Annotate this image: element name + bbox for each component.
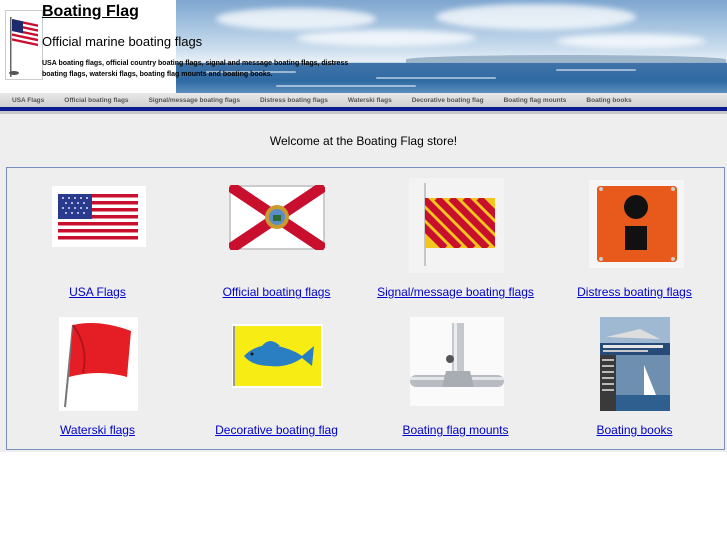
- boating-book-image[interactable]: [600, 317, 670, 411]
- distress-flag-image[interactable]: [589, 180, 684, 268]
- waterski-flag-image[interactable]: [59, 317, 138, 411]
- product-link-signal-flags[interactable]: Signal/message boating flags: [366, 285, 545, 299]
- product-link-usa-flags[interactable]: USA Flags: [8, 285, 187, 299]
- nav-item-signal-message-flags[interactable]: Signal/message boating flags: [149, 97, 240, 104]
- product-link-official-flags[interactable]: Official boating flags: [187, 285, 366, 299]
- welcome-text: Welcome at the Boating Flag store!: [269, 134, 458, 148]
- product-link-waterski-flags[interactable]: Waterski flags: [8, 423, 187, 437]
- product-grid: USA Flags Official boating flags Signal/…: [6, 167, 725, 450]
- product-link-boating-books[interactable]: Boating books: [545, 423, 724, 437]
- flag-mount-image[interactable]: [410, 317, 504, 406]
- signal-flag-image[interactable]: [409, 178, 504, 273]
- logo-flag-icon[interactable]: [5, 10, 43, 80]
- usa-flag-image[interactable]: [52, 186, 146, 247]
- top-nav: USA Flags Official boating flags Signal/…: [0, 93, 727, 107]
- dolphin-flag-image[interactable]: [232, 324, 323, 388]
- nav-item-flag-mounts[interactable]: Boating flag mounts: [504, 97, 567, 104]
- site-subtitle: Official marine boating flags: [42, 34, 203, 49]
- product-link-decorative-flag[interactable]: Decorative boating flag: [187, 423, 366, 437]
- nav-item-waterski-flags[interactable]: Waterski flags: [348, 97, 392, 104]
- product-link-distress-flags[interactable]: Distress boating flags: [545, 285, 724, 299]
- nav-item-decorative-flag[interactable]: Decorative boating flag: [412, 97, 484, 104]
- product-link-flag-mounts[interactable]: Boating flag mounts: [366, 423, 545, 437]
- site-description: USA boating flags, official country boat…: [42, 60, 349, 78]
- nav-item-usa-flags[interactable]: USA Flags: [12, 97, 44, 104]
- site-title-link[interactable]: Boating Flag: [42, 3, 139, 21]
- nav-item-official-boating-flags[interactable]: Official boating flags: [64, 97, 128, 104]
- florida-flag-image[interactable]: [226, 181, 328, 254]
- nav-item-boating-books[interactable]: Boating books: [586, 97, 631, 104]
- nav-item-distress-flags[interactable]: Distress boating flags: [260, 97, 328, 104]
- site-header: Boating Flag Official marine boating fla…: [0, 0, 727, 93]
